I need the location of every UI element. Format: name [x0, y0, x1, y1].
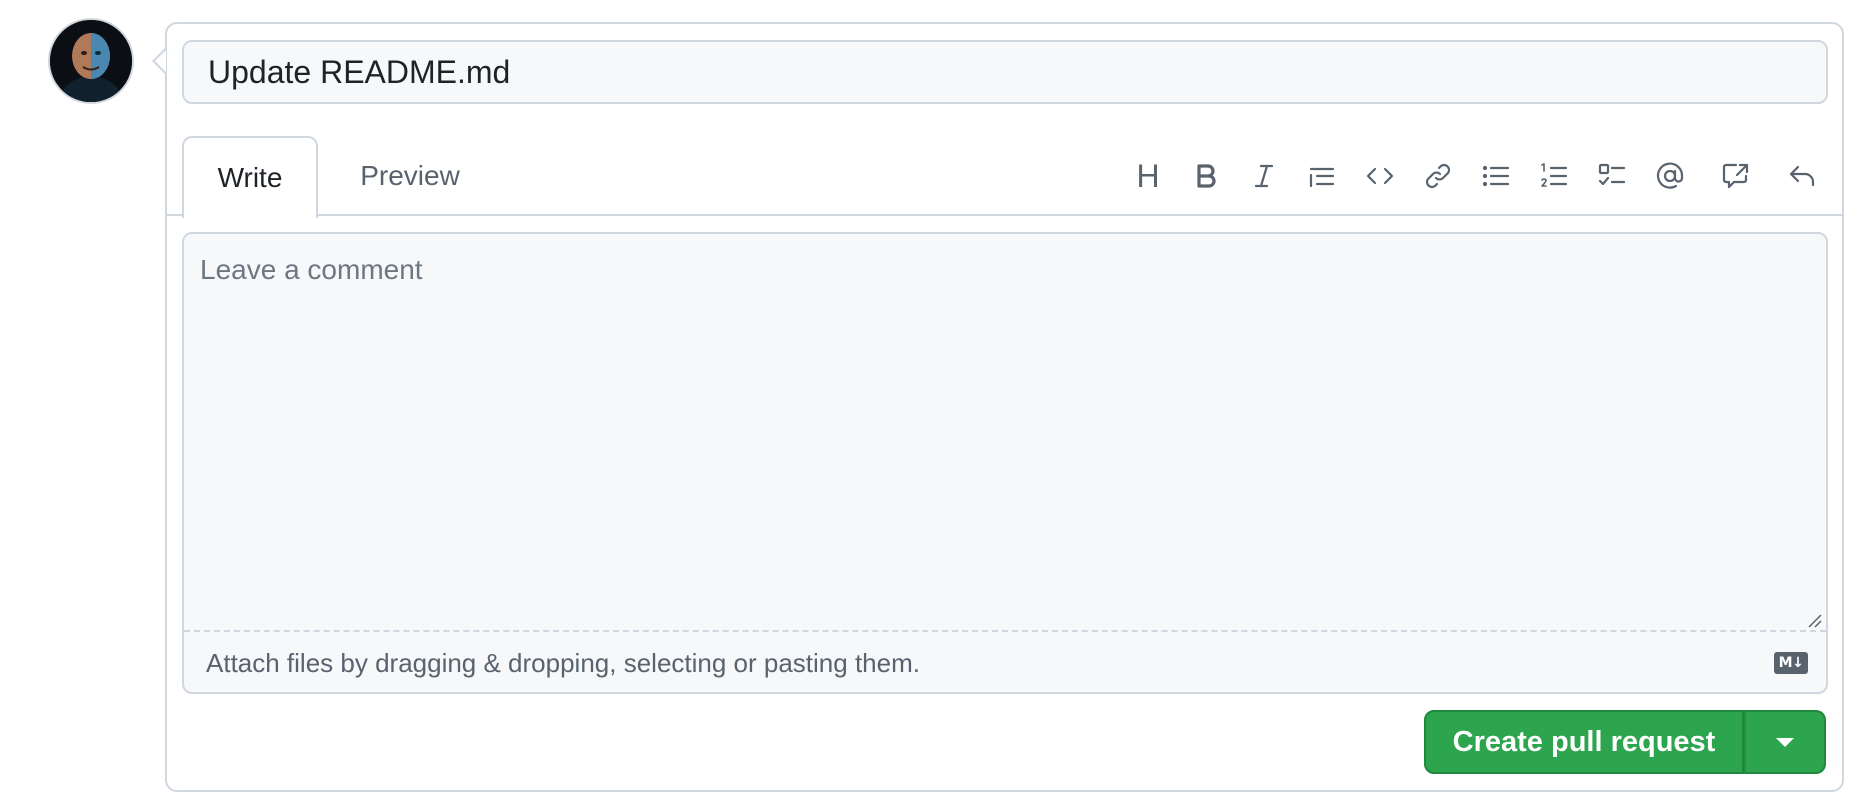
tab-preview[interactable]: Preview: [340, 136, 480, 216]
unordered-list-button[interactable]: [1468, 148, 1524, 204]
cross-reference-icon: [1722, 163, 1749, 189]
code-icon: [1366, 167, 1394, 185]
tab-write-label: Write: [217, 162, 283, 193]
attach-files-text: Attach files by dragging & dropping, sel…: [206, 647, 920, 678]
mention-icon: [1656, 162, 1684, 189]
markdown-toolbar: H: [1120, 148, 1832, 204]
link-button[interactable]: [1410, 148, 1466, 204]
italic-icon: [1254, 164, 1274, 188]
pr-title-input[interactable]: [182, 40, 1828, 104]
avatar-portrait-icon: [50, 20, 132, 102]
cross-reference-button[interactable]: [1708, 148, 1764, 204]
speech-caret-fill: [155, 50, 166, 72]
heading-icon: H: [1136, 157, 1160, 194]
task-list-button[interactable]: [1584, 148, 1640, 204]
heading-button[interactable]: H: [1120, 148, 1176, 204]
attach-files-area[interactable]: Attach files by dragging & dropping, sel…: [184, 630, 1826, 692]
triangle-down-icon: [1776, 737, 1794, 747]
create-pr-options-dropdown[interactable]: [1744, 710, 1826, 774]
create-pull-request-button[interactable]: Create pull request: [1424, 710, 1744, 774]
comment-textarea[interactable]: [184, 234, 1826, 630]
tab-write[interactable]: Write: [182, 136, 318, 218]
resize-handle-icon[interactable]: [1806, 612, 1822, 628]
code-button[interactable]: [1352, 148, 1408, 204]
create-pr-button-group: Create pull request: [1424, 710, 1826, 774]
unordered-list-icon: [1482, 165, 1510, 187]
comment-editor: Attach files by dragging & dropping, sel…: [182, 232, 1828, 694]
ordered-list-icon: [1541, 163, 1568, 187]
ordered-list-button[interactable]: [1526, 148, 1582, 204]
saved-reply-icon: [1789, 165, 1815, 187]
bold-button[interactable]: [1178, 148, 1234, 204]
tab-preview-label: Preview: [360, 160, 460, 191]
task-list-icon: [1598, 163, 1626, 186]
bold-icon: [1197, 164, 1216, 188]
italic-button[interactable]: [1236, 148, 1292, 204]
user-avatar[interactable]: [50, 20, 132, 102]
mention-button[interactable]: [1642, 148, 1698, 204]
quote-icon: [1309, 167, 1335, 188]
markdown-icon[interactable]: M↓: [1774, 652, 1808, 674]
saved-reply-button[interactable]: [1774, 148, 1830, 204]
quote-button[interactable]: [1294, 148, 1350, 204]
link-icon: [1425, 163, 1451, 189]
create-pull-request-label: Create pull request: [1452, 725, 1716, 758]
